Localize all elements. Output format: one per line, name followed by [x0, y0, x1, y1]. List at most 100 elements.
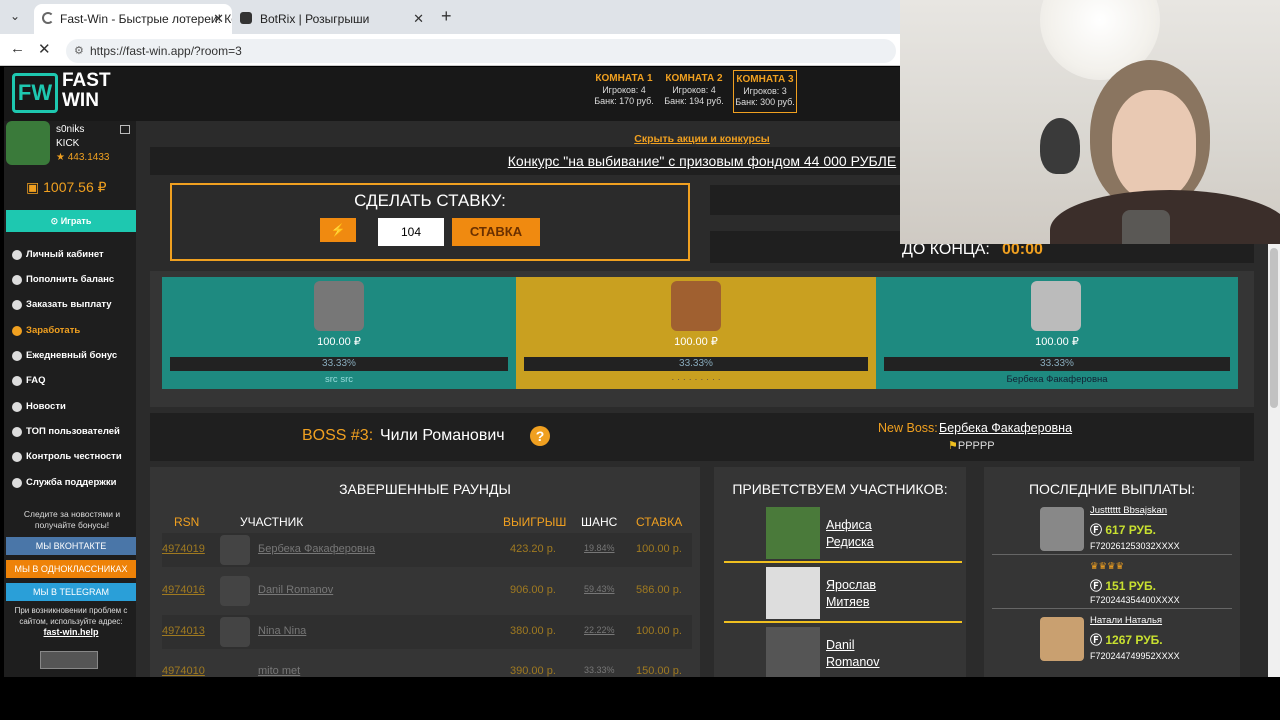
room-bank: Банк: 170 руб.	[594, 96, 654, 106]
row-chance: 33.33%	[584, 665, 615, 675]
welcome-name: Ярослав	[826, 578, 877, 592]
question-icon[interactable]: ?	[530, 426, 550, 446]
player-name: · · · · · · · · ·	[671, 374, 721, 385]
welcome-item[interactable]: Ярослав Митяев	[724, 565, 962, 623]
stop-loading-icon[interactable]: ✕	[38, 40, 51, 58]
row-rsn[interactable]: 4974019	[162, 543, 205, 555]
counter-badge-icon[interactable]	[40, 651, 98, 669]
new-boss-flag: ⚑PPPPP	[948, 439, 995, 452]
logout-icon[interactable]	[120, 125, 130, 134]
payout-item[interactable]: ♛♛♛♛ Ⓕ 151 РУБ. F720244354400XXXX	[992, 559, 1232, 609]
room-bank: Банк: 300 руб.	[735, 97, 795, 107]
download-icon	[12, 299, 22, 310]
table-row[interactable]: 4974013 Nina Nina 380.00 р. 22.22% 100.0…	[162, 615, 692, 649]
room-title: КОМНАТА 3	[736, 74, 794, 85]
menu-item-earn[interactable]: Заработать	[12, 325, 80, 336]
row-player[interactable]: mito met	[258, 665, 300, 677]
table-row[interactable]: 4974016 Danil Romanov 906.00 р. 59.43% 5…	[162, 574, 692, 608]
trophy-icon	[12, 426, 22, 437]
row-player[interactable]: Nina Nina	[258, 625, 306, 637]
rounds-title: ЗАВЕРШЕННЫЕ РАУНДЫ	[339, 481, 511, 497]
row-player[interactable]: Danil Romanov	[258, 584, 333, 596]
crown-icon: ♛♛♛♛	[1090, 561, 1125, 572]
vk-button[interactable]: МЫ ВКОНТАКТЕ	[6, 537, 136, 555]
menu-item-deposit[interactable]: Пополнить баланс	[12, 274, 114, 285]
logo-text[interactable]: FAST WIN	[62, 71, 111, 111]
row-rsn[interactable]: 4974010	[162, 665, 205, 677]
room-2-tab[interactable]: КОМНАТА 2 Игроков: 4 Банк: 194 руб.	[662, 70, 726, 113]
payout-name[interactable]: Натали Наталья	[1090, 615, 1162, 626]
row-win: 380.00 р.	[510, 625, 556, 637]
help-link[interactable]: fast-win.help	[8, 627, 134, 638]
menu-label: Контроль честности	[26, 451, 122, 462]
menu-item-withdraw[interactable]: Заказать выплату	[12, 299, 112, 310]
bet-amount-input[interactable]	[378, 218, 444, 246]
col-rsn: RSN	[174, 515, 200, 529]
new-tab-icon[interactable]: +	[441, 6, 452, 27]
row-rsn[interactable]: 4974016	[162, 584, 205, 596]
welcome-item[interactable]: Danil Romanov	[724, 625, 962, 677]
room-1-tab[interactable]: КОМНАТА 1 Игроков: 4 Банк: 170 руб.	[592, 70, 656, 113]
menu-item-faq[interactable]: FAQ	[12, 375, 46, 386]
ok-button[interactable]: МЫ В ОДНОКЛАССНИКАХ	[6, 560, 136, 578]
payout-wallet: F720261253032XXXX	[1090, 541, 1180, 551]
room-players: Игроков: 4	[672, 84, 716, 95]
new-boss-name[interactable]: Бербека Факаферовна	[939, 421, 1072, 435]
player-chance: 33.33%	[524, 357, 868, 371]
room-3-tab[interactable]: КОМНАТА 3 Игроков: 3 Банк: 300 руб.	[733, 70, 797, 113]
col-win: ВЫИГРЫШ	[503, 515, 567, 529]
menu-label: Пополнить баланс	[26, 274, 115, 285]
tab-botrix[interactable]: BotRix | Розыгрыши ✕	[234, 4, 432, 34]
welcome-name: Danil	[826, 638, 855, 652]
contest-link[interactable]: Конкурс "на выбивание" с призовым фондом…	[508, 153, 896, 169]
menu-item-news[interactable]: Новости	[12, 401, 66, 412]
fk-icon: Ⓕ	[1090, 633, 1106, 647]
row-player[interactable]: Бербека Факаферовна	[258, 543, 375, 555]
menu-item-fairness[interactable]: Контроль честности	[12, 451, 122, 462]
payout-name[interactable]: Justttttt Bbsajskan	[1090, 505, 1167, 516]
menu-item-daily-bonus[interactable]: Ежедневный бонус	[12, 350, 117, 361]
close-tab-icon[interactable]: ✕	[413, 11, 424, 27]
menu-item-cabinet[interactable]: Личный кабинет	[12, 249, 104, 260]
avatar[interactable]	[6, 121, 50, 165]
flag-icon: ⚑	[948, 440, 958, 452]
row-chance: 59.43%	[584, 584, 615, 594]
room-players: Игроков: 4	[602, 84, 646, 95]
row-bet: 586.00 р.	[636, 584, 682, 596]
welcome-surname: Редиска	[826, 535, 874, 549]
telegram-button[interactable]: МЫ В TELEGRAM	[6, 583, 136, 601]
loading-spinner-icon	[42, 12, 54, 24]
welcome-item[interactable]: Анфиса Редиска	[724, 505, 962, 563]
tab-fast-win[interactable]: Fast-Win - Быстрые лотереи! Ком ✕	[34, 4, 232, 34]
tab-list-chevron-icon[interactable]: ⌄	[10, 9, 20, 23]
payout-amount: 617 РУБ.	[1105, 523, 1156, 537]
hide-promos-link[interactable]: Скрыть акции и конкурсы	[634, 133, 770, 145]
back-arrow-icon[interactable]: ←	[10, 40, 25, 57]
scrollbar-thumb[interactable]	[1270, 248, 1278, 408]
tab-title: Fast-Win - Быстрые лотереи! Ком	[60, 12, 232, 26]
money-icon: ▣	[26, 179, 44, 195]
fk-icon: Ⓕ	[1090, 579, 1106, 593]
play-label: Играть	[60, 216, 92, 226]
question-icon	[12, 375, 22, 386]
bet-button[interactable]: СТАВКА	[452, 218, 540, 246]
play-button[interactable]: ⊙ Играть	[6, 210, 136, 232]
menu-item-top-users[interactable]: ТОП пользователей	[12, 426, 120, 437]
table-row[interactable]: 4974019 Бербека Факаферовна 423.20 р. 19…	[162, 533, 692, 567]
payout-item[interactable]: Натали Наталья Ⓕ 1267 РУБ. F720244749952…	[992, 613, 1232, 669]
row-rsn[interactable]: 4974013	[162, 625, 205, 637]
bet-title: СДЕЛАТЬ СТАВКУ:	[354, 191, 506, 210]
boss-panel: BOSS #3: Чили Романович ? New Boss: Берб…	[150, 413, 1254, 461]
col-bet: СТАВКА	[636, 515, 683, 529]
table-row[interactable]: 4974010 mito met 390.00 р. 33.33% 150.00…	[162, 655, 692, 677]
close-tab-icon[interactable]: ✕	[213, 11, 224, 27]
url-field[interactable]: ⚙ https://fast-win.app/?room=3	[66, 39, 896, 63]
welcome-surname: Митяев	[826, 595, 870, 609]
money-icon	[12, 325, 22, 336]
menu-item-support[interactable]: Служба поддержки	[12, 477, 116, 488]
room-title: КОМНАТА 2	[665, 73, 723, 84]
site-info-icon[interactable]: ⚙	[74, 39, 84, 63]
quick-bet-button[interactable]: ⚡	[320, 218, 356, 242]
payout-item[interactable]: Justttttt Bbsajskan Ⓕ 617 РУБ. F72026125…	[992, 503, 1232, 555]
scrollbar[interactable]	[1268, 244, 1280, 677]
